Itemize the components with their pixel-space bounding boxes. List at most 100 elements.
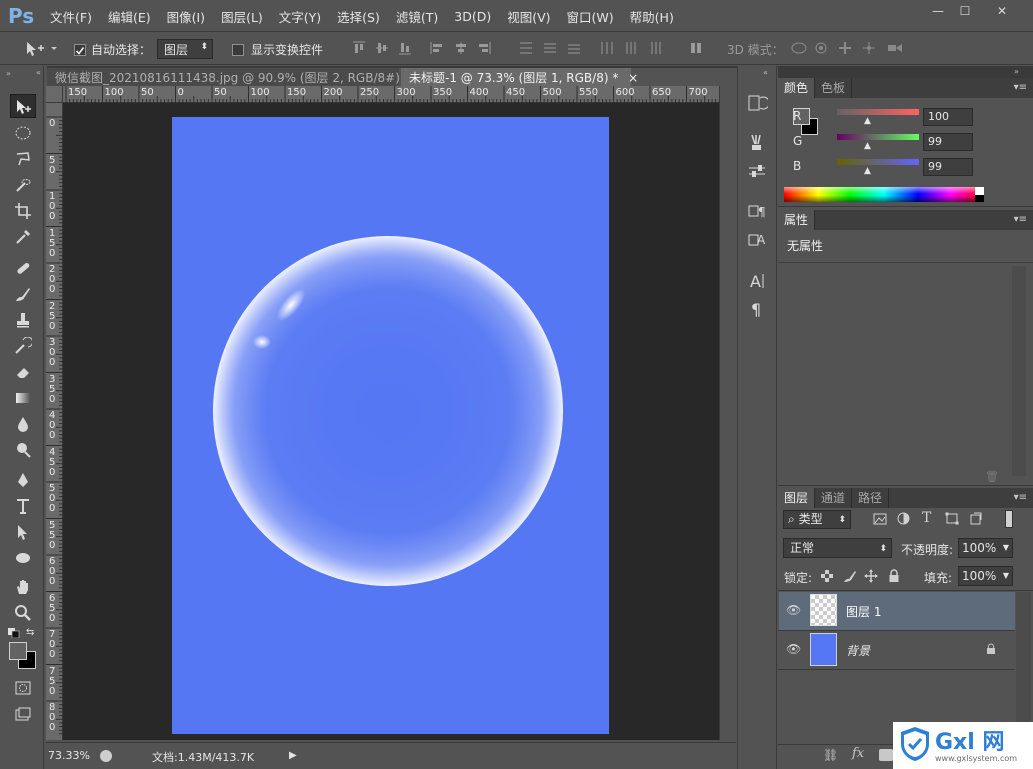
canvas[interactable] bbox=[172, 117, 609, 734]
eye-visibility-icon[interactable]: 👁 bbox=[786, 642, 801, 656]
quick-select-tool[interactable] bbox=[10, 173, 36, 197]
eye-visibility-icon[interactable]: 👁 bbox=[786, 603, 801, 617]
distribute-right-icon[interactable] bbox=[648, 41, 662, 55]
move-tool-preset-icon[interactable] bbox=[24, 40, 58, 61]
character-panel-icon[interactable]: A bbox=[746, 270, 768, 292]
background-layer-name[interactable]: 背景 bbox=[846, 642, 870, 659]
link-layers-icon[interactable]: ⛓ bbox=[823, 748, 838, 762]
brush-panel-icon[interactable] bbox=[746, 160, 768, 182]
tab-channels[interactable]: 通道 bbox=[815, 488, 853, 508]
black-swatch[interactable] bbox=[975, 195, 984, 202]
minimize-button[interactable]: — bbox=[925, 3, 951, 19]
history-brush-tool[interactable] bbox=[10, 334, 36, 358]
tab-swatches[interactable]: 色板 bbox=[815, 78, 853, 98]
green-slider-thumb-icon[interactable]: ▲ bbox=[864, 141, 871, 151]
zoom-tool[interactable] bbox=[10, 601, 36, 625]
white-swatch[interactable] bbox=[975, 187, 984, 195]
3d-roll-icon[interactable] bbox=[814, 41, 828, 55]
color-swatches[interactable] bbox=[8, 641, 40, 673]
align-hcenter-icon[interactable] bbox=[454, 41, 468, 55]
character-style-icon[interactable]: ¶ bbox=[746, 200, 768, 222]
align-top-icon[interactable] bbox=[352, 41, 366, 55]
vertical-scrollbar[interactable] bbox=[719, 86, 735, 740]
filter-smart-object-icon[interactable] bbox=[969, 512, 983, 525]
3d-scale-icon[interactable] bbox=[886, 41, 904, 55]
pen-tool[interactable] bbox=[10, 468, 36, 492]
menu-type[interactable]: 文字(Y) bbox=[279, 7, 321, 26]
color-spectrum-ramp[interactable] bbox=[784, 187, 984, 202]
properties-scrollbar[interactable] bbox=[1012, 266, 1026, 476]
clone-stamp-tool[interactable] bbox=[10, 308, 36, 332]
distribute-top-icon[interactable] bbox=[519, 41, 533, 55]
menu-window[interactable]: 窗口(W) bbox=[567, 7, 614, 26]
paragraph-style-icon[interactable]: A bbox=[746, 229, 768, 251]
marquee-tool[interactable] bbox=[10, 121, 36, 145]
panel-collapse-icon[interactable]: « bbox=[36, 68, 41, 77]
blue-slider-thumb-icon[interactable]: ▲ bbox=[864, 166, 871, 176]
filter-adjustment-icon[interactable] bbox=[897, 512, 910, 525]
distribute-left-icon[interactable] bbox=[600, 41, 614, 55]
filter-shape-icon[interactable] bbox=[945, 512, 959, 525]
tab-color[interactable]: 颜色 bbox=[778, 78, 816, 98]
brush-presets-icon[interactable] bbox=[746, 132, 768, 154]
fill-input[interactable]: 100% ▼ bbox=[958, 566, 1013, 586]
distribute-hcenter-icon[interactable] bbox=[624, 41, 638, 55]
green-slider[interactable] bbox=[837, 134, 919, 140]
lock-all-icon[interactable] bbox=[888, 569, 900, 583]
shape-tool[interactable] bbox=[10, 546, 36, 570]
show-transform-checkbox[interactable] bbox=[232, 42, 244, 56]
close-button[interactable]: ✕ bbox=[985, 3, 1019, 19]
3d-pan-icon[interactable] bbox=[838, 41, 852, 55]
dock-expand-icon[interactable]: « bbox=[763, 68, 768, 77]
layer-filter-dropdown[interactable]: ⌕ 类型 ⬍ bbox=[783, 510, 851, 529]
tab-paths[interactable]: 路径 bbox=[852, 488, 890, 508]
filter-toggle-switch[interactable] bbox=[1005, 510, 1013, 528]
menu-image[interactable]: 图像(I) bbox=[167, 7, 205, 26]
menu-file[interactable]: 文件(F) bbox=[50, 7, 92, 26]
menu-filter[interactable]: 滤镜(T) bbox=[396, 7, 438, 26]
menu-view[interactable]: 视图(V) bbox=[507, 7, 550, 26]
gradient-tool[interactable] bbox=[10, 386, 36, 410]
lock-position-icon[interactable] bbox=[864, 569, 878, 583]
lock-transparent-icon[interactable] bbox=[821, 570, 833, 582]
brush-tool[interactable] bbox=[10, 282, 36, 306]
eyedropper-tool[interactable] bbox=[10, 225, 36, 249]
menu-help[interactable]: 帮助(H) bbox=[630, 7, 674, 26]
distribute-bottom-icon[interactable] bbox=[567, 41, 581, 55]
restore-button[interactable]: ☐ bbox=[952, 3, 978, 19]
eraser-tool[interactable] bbox=[10, 360, 36, 384]
move-tool[interactable] bbox=[10, 94, 36, 118]
path-select-tool[interactable] bbox=[10, 520, 36, 544]
auto-select-target-dropdown[interactable]: 图层 ⬍ bbox=[157, 39, 213, 59]
properties-panel-menu-icon[interactable]: ▾≡ bbox=[1014, 214, 1027, 225]
healing-brush-tool[interactable] bbox=[10, 256, 36, 280]
blue-value-input[interactable]: 99 bbox=[923, 158, 973, 176]
opacity-input[interactable]: 100% ▼ bbox=[958, 538, 1013, 558]
3d-rotate-icon[interactable] bbox=[790, 41, 808, 55]
collapse-arrows-icon[interactable]: » bbox=[6, 69, 11, 78]
history-panel-icon[interactable] bbox=[746, 92, 768, 114]
3d-slide-icon[interactable] bbox=[862, 41, 876, 55]
ruler-origin[interactable] bbox=[46, 86, 63, 103]
tab-properties[interactable]: 属性 bbox=[778, 210, 816, 230]
menu-edit[interactable]: 编辑(E) bbox=[108, 7, 151, 26]
foreground-color-swatch[interactable] bbox=[9, 642, 27, 660]
type-tool[interactable] bbox=[10, 494, 36, 518]
red-slider[interactable] bbox=[837, 109, 919, 115]
vertical-ruler[interactable]: 0 5 0 1 0 0 1 5 0 2 0 0 2 5 0 3 0 0 3 5 0 4 0 0 4… bbox=[46, 103, 63, 740]
distribute-vcenter-icon[interactable] bbox=[543, 41, 557, 55]
align-right-icon[interactable] bbox=[477, 41, 491, 55]
status-menu-arrow-icon[interactable]: ▶ bbox=[289, 750, 297, 761]
properties-trash-icon[interactable]: 🗑 bbox=[985, 470, 999, 483]
zoom-level[interactable]: 73.33% bbox=[48, 749, 94, 762]
tab-document-2[interactable]: 未标题-1 @ 73.3% (图层 1, RGB/8) * × bbox=[401, 68, 638, 88]
paragraph-panel-icon[interactable]: ¶ bbox=[746, 298, 768, 320]
filter-pixel-icon[interactable] bbox=[873, 513, 887, 525]
crop-tool[interactable] bbox=[10, 199, 36, 223]
lock-pixels-brush-icon[interactable] bbox=[843, 569, 857, 583]
horizontal-ruler[interactable]: 150 100 50 0 50 100 150 200 250 300 350 400 450 500 55… bbox=[46, 86, 719, 103]
blur-tool[interactable] bbox=[10, 412, 36, 436]
red-value-input[interactable]: 100 bbox=[923, 108, 973, 126]
menu-select[interactable]: 选择(S) bbox=[337, 7, 380, 26]
green-value-input[interactable]: 99 bbox=[923, 133, 973, 151]
